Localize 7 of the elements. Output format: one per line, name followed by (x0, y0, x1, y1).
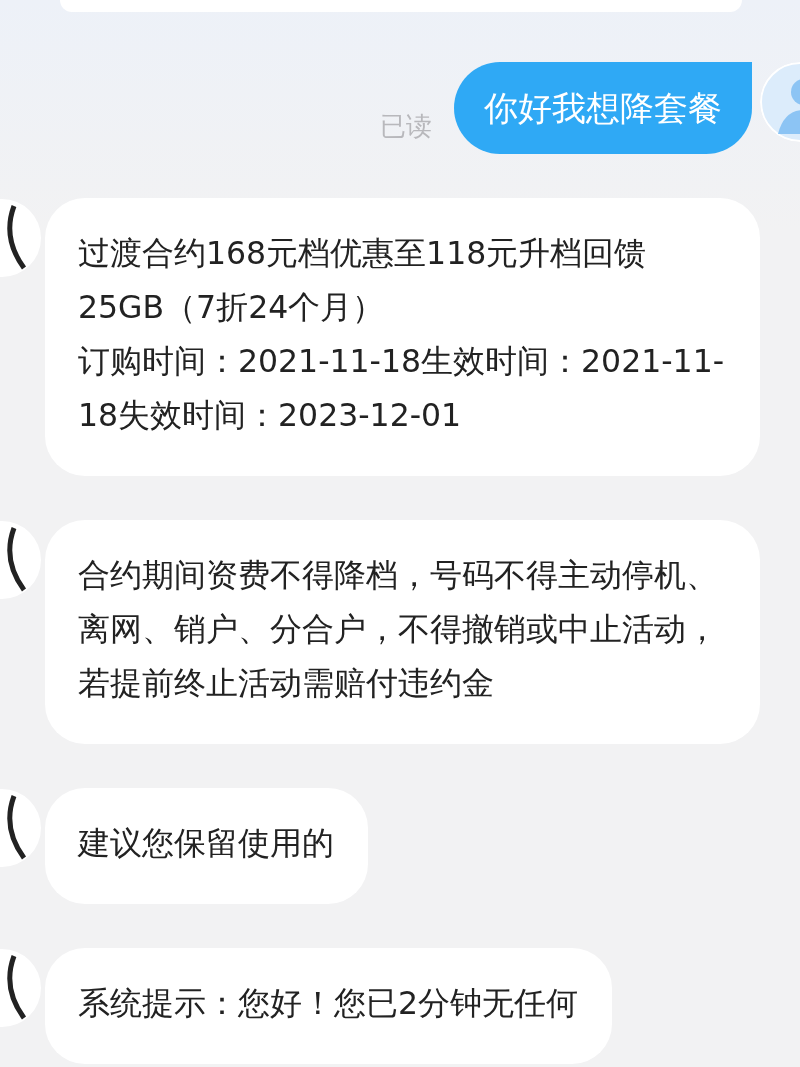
message-text: 合约期间资费不得降档，号码不得主动停机、离网、销户、分合户，不得撤销或中止活动，若提前终止活动需赔付违约金 (78, 556, 719, 703)
message-text: 建议您保留使用的 (78, 824, 334, 863)
read-receipt: 已读 (380, 110, 432, 143)
message-text: 系统提示：您好！您已2分钟无任何 (78, 984, 579, 1023)
message-bubble: 你好我想降套餐 (454, 62, 752, 154)
message-text: 订购时间：2021-11-18生效时间：2021-11-18失效时间：2023-12-01 (78, 342, 726, 435)
message-text: 过渡合约168元档优惠至118元升档回馈25GB（7折24个月） (78, 234, 648, 327)
